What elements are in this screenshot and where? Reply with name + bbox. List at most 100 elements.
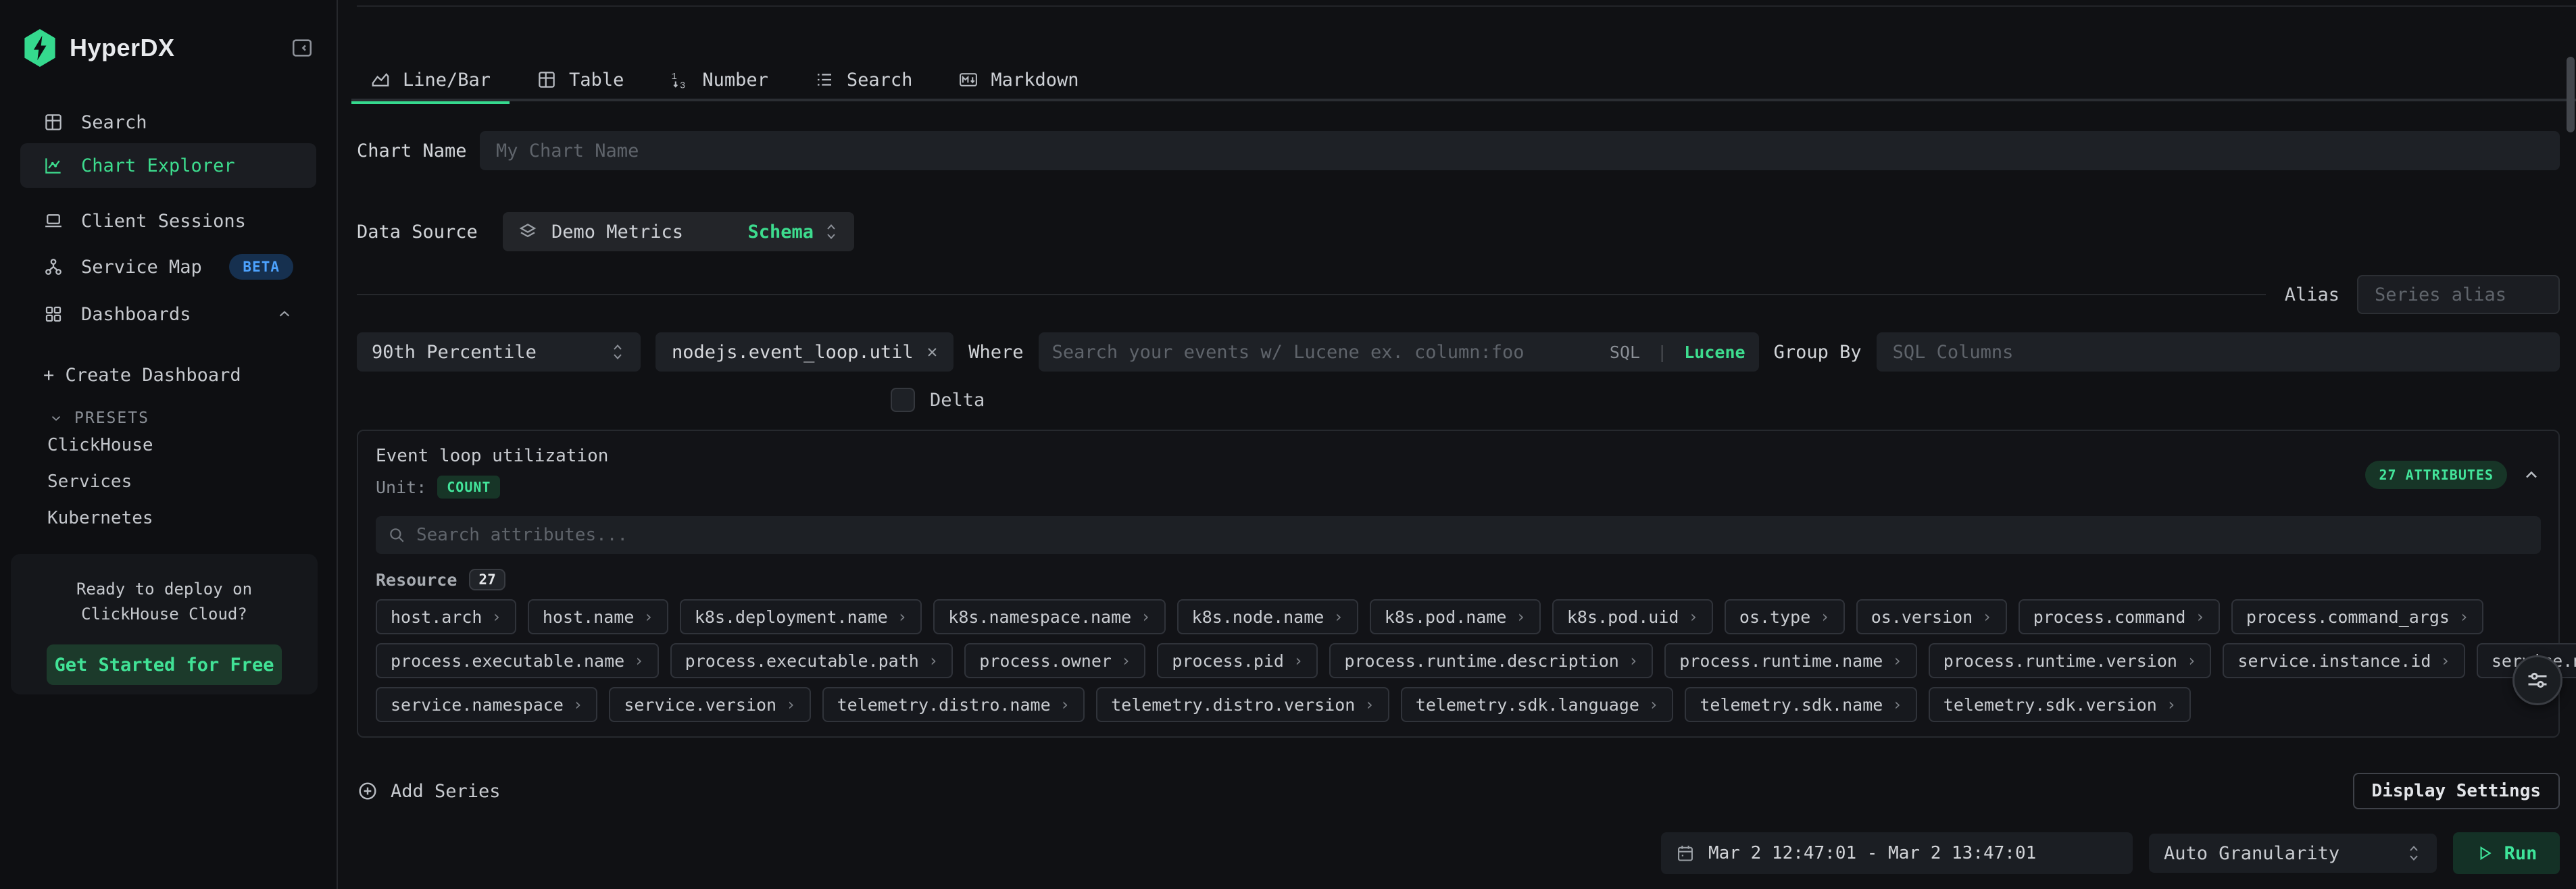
attribute-chip-row: service.namespace› service.version› tele… [376, 687, 2541, 722]
tab-table[interactable]: Table [518, 58, 643, 101]
aggregation-select[interactable]: 90th Percentile [357, 332, 641, 372]
attribute-chip[interactable]: telemetry.sdk.language› [1401, 687, 1674, 722]
presets-header-label: PRESETS [74, 409, 149, 427]
chart-name-input[interactable] [480, 131, 2560, 170]
preset-clickhouse[interactable]: ClickHouse [47, 435, 153, 455]
chevron-right-icon: › [1892, 651, 1902, 670]
chip-label: k8s.deployment.name [695, 607, 888, 627]
collapse-sidebar-icon[interactable] [291, 36, 314, 59]
close-icon[interactable]: ✕ [927, 342, 938, 362]
attribute-chip[interactable]: process.executable.path› [670, 643, 953, 678]
hyperdx-logo-icon [22, 29, 57, 67]
presets-section-toggle[interactable]: PRESETS [49, 409, 149, 427]
search-icon [388, 526, 405, 544]
chevron-right-icon: › [1364, 695, 1374, 714]
attribute-chip[interactable]: telemetry.distro.name› [822, 687, 1085, 722]
lucene-toggle[interactable]: Lucene [1684, 342, 1745, 362]
collapse-panel-chevron-icon[interactable] [2522, 465, 2541, 484]
attribute-chip[interactable]: os.type› [1725, 599, 1845, 634]
metric-tag[interactable]: nodejs.event_loop.util ✕ [655, 332, 953, 372]
attribute-chip[interactable]: os.version› [1856, 599, 2007, 634]
chevron-right-icon: › [1820, 607, 1829, 626]
preset-kubernetes[interactable]: Kubernetes [47, 508, 153, 528]
metric-title: Event loop utilization [376, 446, 608, 466]
attribute-chip[interactable]: process.pid› [1157, 643, 1318, 678]
chevron-right-icon: › [2440, 651, 2450, 670]
attribute-chip[interactable]: k8s.pod.name› [1370, 599, 1541, 634]
attribute-chip[interactable]: host.arch› [376, 599, 516, 634]
tab-line-bar[interactable]: Line/Bar [351, 58, 510, 101]
data-source-select[interactable]: Demo Metrics Schema [503, 212, 854, 251]
alias-input[interactable] [2357, 275, 2560, 314]
chevron-up-icon [276, 305, 293, 323]
chip-label: process.command_args [2246, 607, 2450, 627]
attribute-chip[interactable]: process.command_args› [2231, 599, 2483, 634]
delta-checkbox[interactable] [891, 388, 915, 412]
schema-link[interactable]: Schema [747, 222, 814, 243]
chevron-right-icon: › [1688, 607, 1698, 626]
panel-header: Event loop utilization Unit: COUNT 27 AT… [376, 446, 2541, 499]
attribute-chip[interactable]: process.runtime.name› [1664, 643, 1916, 678]
chevron-right-icon: › [1649, 695, 1658, 714]
svg-text:3: 3 [680, 82, 685, 91]
chip-label: os.version [1871, 607, 1973, 627]
attribute-chip[interactable]: k8s.deployment.name› [680, 599, 922, 634]
chip-label: process.executable.name [391, 651, 624, 671]
attribute-chip[interactable]: process.command› [2018, 599, 2220, 634]
chip-label: telemetry.distro.version [1111, 695, 1355, 715]
calendar-icon [1676, 844, 1695, 863]
tab-markdown[interactable]: Markdown [939, 58, 1097, 101]
scrollbar[interactable] [2567, 57, 2575, 132]
tab-number[interactable]: 1 3 Number [651, 58, 787, 101]
sidebar-item-chart-explorer[interactable]: Chart Explorer [20, 143, 316, 188]
chip-label: process.runtime.version [1943, 651, 2177, 671]
sidebar-item-label: Chart Explorer [81, 155, 235, 176]
granularity-select[interactable]: Auto Granularity [2149, 834, 2437, 873]
attribute-chip[interactable]: telemetry.sdk.version› [1929, 687, 2191, 722]
attribute-search-input[interactable] [416, 525, 2529, 545]
attribute-chip[interactable]: k8s.node.name› [1177, 599, 1358, 634]
sidebar-item-dashboards[interactable]: Dashboards [20, 293, 316, 335]
data-source-label: Data Source [357, 222, 503, 243]
add-series-button[interactable]: Add Series [357, 780, 501, 802]
feedback-widget-button[interactable] [2512, 655, 2562, 705]
chip-label: host.name [543, 607, 634, 627]
tab-label: Markdown [991, 70, 1079, 91]
delta-row: Delta [891, 386, 2560, 413]
svg-text:1: 1 [672, 72, 677, 82]
where-search-input[interactable] [1052, 342, 1602, 363]
attribute-chip[interactable]: service.version› [609, 687, 810, 722]
sql-toggle[interactable]: SQL [1610, 342, 1640, 362]
sidebar-item-search[interactable]: Search [20, 101, 316, 143]
tab-search[interactable]: Search [795, 58, 932, 101]
attribute-chip[interactable]: k8s.namespace.name› [933, 599, 1165, 634]
attribute-chip[interactable]: k8s.pod.uid› [1552, 599, 1713, 634]
run-button[interactable]: Run [2453, 832, 2560, 874]
attribute-chip[interactable]: service.instance.id› [2223, 643, 2464, 678]
sidebar-item-label: Dashboards [81, 304, 191, 325]
sidebar-item-service-map[interactable]: Service Map BETA [20, 246, 316, 288]
sidebar-item-client-sessions[interactable]: Client Sessions [20, 200, 316, 242]
chevron-right-icon: › [2166, 695, 2176, 714]
attribute-chip[interactable]: process.runtime.version› [1929, 643, 2212, 678]
chevron-right-icon: › [491, 607, 501, 626]
attribute-chip[interactable]: process.executable.name› [376, 643, 659, 678]
group-by-input[interactable] [1877, 332, 2560, 372]
attribute-chip[interactable]: telemetry.sdk.name› [1685, 687, 1916, 722]
get-started-button[interactable]: Get Started for Free [47, 644, 282, 685]
chart-name-label: Chart Name [357, 141, 480, 161]
attribute-chip[interactable]: process.runtime.description› [1329, 643, 1653, 678]
attribute-chip[interactable]: telemetry.distro.version › [1096, 687, 1389, 722]
time-range-picker[interactable]: Mar 2 12:47:01 - Mar 2 13:47:01 [1661, 832, 2133, 874]
chevron-right-icon: › [928, 651, 938, 670]
attribute-chip[interactable]: host.name› [528, 599, 668, 634]
create-dashboard-button[interactable]: + Create Dashboard [43, 365, 241, 386]
sidebar-item-label: Search [81, 112, 147, 133]
attribute-chip[interactable]: service.namespace› [376, 687, 597, 722]
attribute-chip[interactable]: process.owner› [964, 643, 1145, 678]
attribute-group-count: 27 [469, 569, 505, 590]
display-settings-button[interactable]: Display Settings [2353, 773, 2560, 809]
series-row: 90th Percentile nodejs.event_loop.util ✕… [357, 332, 2560, 372]
preset-services[interactable]: Services [47, 472, 132, 492]
chevron-right-icon: › [1333, 607, 1343, 626]
